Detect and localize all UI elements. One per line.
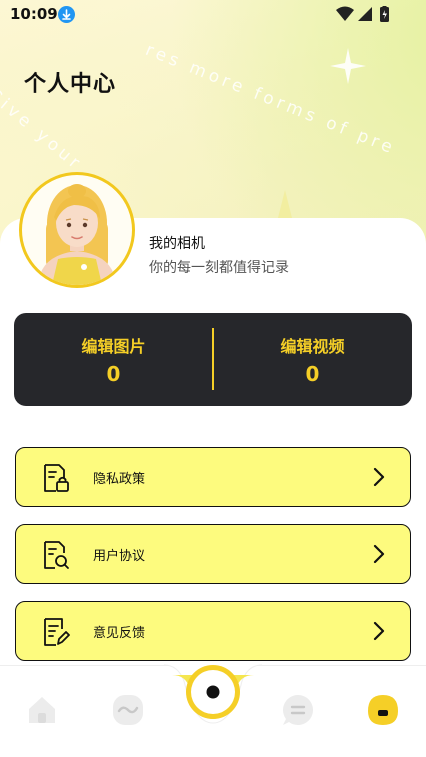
stat-edited-images[interactable]: 编辑图片 0 <box>14 313 213 406</box>
stat-edited-videos[interactable]: 编辑视频 0 <box>213 313 412 406</box>
avatar[interactable] <box>19 172 135 288</box>
menu-item-user-agreement[interactable]: 用户协议 <box>15 524 411 584</box>
bottom-tab-bar <box>0 663 426 757</box>
chevron-right-icon <box>373 467 385 487</box>
stat-label: 编辑图片 <box>81 337 146 356</box>
document-search-icon <box>44 541 69 569</box>
menu-label: 用户协议 <box>93 549 146 564</box>
chevron-right-icon <box>373 621 385 641</box>
tab-chat-icon[interactable] <box>281 693 315 727</box>
tab-wave-icon[interactable] <box>111 693 145 727</box>
status-icons <box>336 6 389 22</box>
stats-card: 编辑图片 0 编辑视频 0 <box>14 313 412 406</box>
download-icon <box>58 6 75 23</box>
tab-home-icon[interactable] <box>25 693 59 727</box>
wifi-icon <box>336 6 354 21</box>
privacy-lock-icon <box>44 464 69 492</box>
stat-value: 0 <box>106 362 121 386</box>
profile-motto: 你的每一刻都值得记录 <box>149 260 289 276</box>
profile-name: 我的相机 <box>149 236 205 252</box>
tab-profile-icon[interactable] <box>366 693 400 727</box>
chevron-right-icon <box>373 544 385 564</box>
sparkle-icon <box>330 48 366 84</box>
status-time: 10:09 <box>10 5 58 23</box>
feedback-edit-icon <box>44 618 70 646</box>
menu-label: 意见反馈 <box>93 626 146 641</box>
menu-item-feedback[interactable]: 意见反馈 <box>15 601 411 661</box>
stat-value: 0 <box>305 362 320 386</box>
menu-item-privacy-policy[interactable]: 隐私政策 <box>15 447 411 507</box>
signal-icon <box>358 7 372 21</box>
decorative-star-icon <box>250 190 320 220</box>
menu-label: 隐私政策 <box>93 472 146 487</box>
page-title: 个人中心 <box>24 72 117 97</box>
tab-camera-button[interactable] <box>164 663 262 733</box>
status-bar: 10:09 <box>0 0 426 30</box>
stat-label: 编辑视频 <box>280 337 345 356</box>
